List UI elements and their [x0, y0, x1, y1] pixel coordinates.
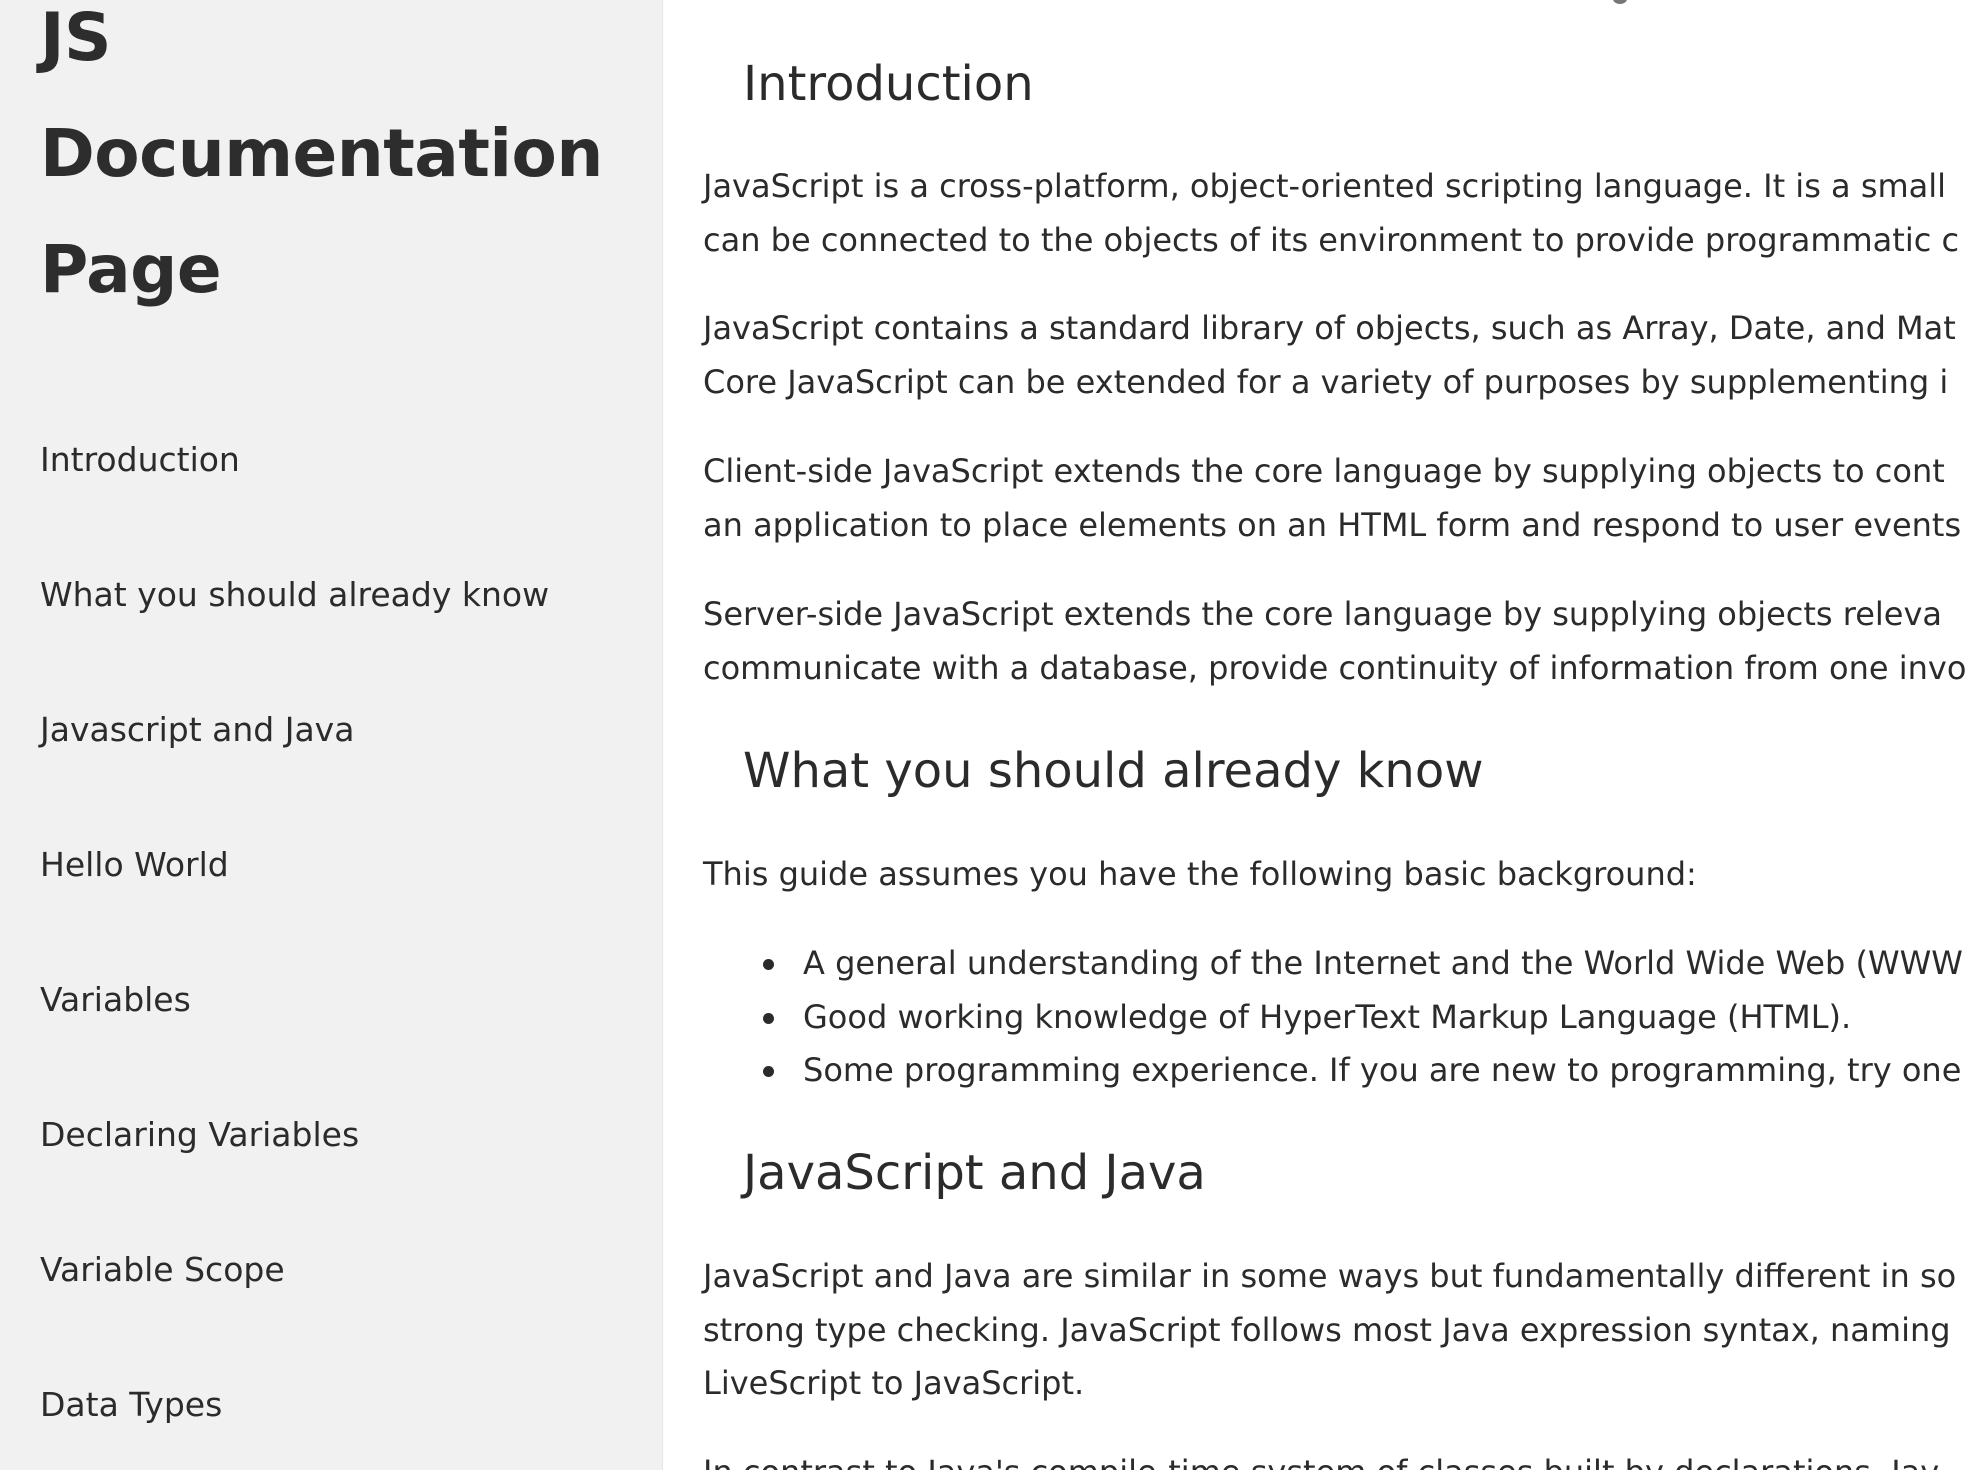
sidebar-title-line: JS: [40, 0, 112, 76]
nav-link-variables[interactable]: Variables: [40, 978, 191, 1022]
bullet-icon: [763, 1012, 774, 1024]
clipped-glyph: [1613, 0, 1627, 4]
list-item: A general understanding of the Internet …: [703, 937, 1963, 991]
paragraph: JavaScript contains a standard library o…: [703, 302, 1956, 409]
paragraph-line: Client-side JavaScript extends the core …: [703, 452, 1945, 490]
paragraph-line: This guide assumes you have the followin…: [703, 855, 1697, 893]
paragraph: JavaScript and Java are similar in some …: [703, 1250, 1956, 1411]
paragraph-line: JavaScript contains a standard library o…: [703, 309, 1956, 347]
main-doc: Introduction JavaScript is a cross-platf…: [663, 0, 1980, 1470]
paragraph-line: an application to place elements on an H…: [703, 505, 1962, 544]
list-item: Good working knowledge of HyperText Mark…: [703, 991, 1963, 1045]
bullet-icon: [763, 959, 774, 970]
paragraph-line: Server-side JavaScript extends the core …: [703, 595, 1943, 633]
paragraph: This guide assumes you have the followin…: [703, 848, 1697, 902]
paragraph: JavaScript is a cross-platform, object-o…: [703, 160, 1959, 267]
list-item-text: Some programming experience. If you are …: [803, 1051, 1962, 1089]
section-heading: JavaScript and Java: [743, 1145, 1206, 1201]
paragraph-line: LiveScript to JavaScript.: [703, 1364, 1085, 1402]
section-heading: What you should already know: [743, 743, 1484, 799]
sidebar-title: JS Documentation Page: [40, 0, 640, 328]
paragraph-line: JavaScript and Java are similar in some …: [703, 1257, 1957, 1295]
paragraph-line: Core JavaScript can be extended for a va…: [703, 362, 1949, 401]
section-heading: Introduction: [743, 56, 1034, 112]
nav-link-introduction[interactable]: Introduction: [40, 438, 240, 482]
sidebar-title-line: Page: [40, 231, 222, 308]
nav-link-variable-scope[interactable]: Variable Scope: [40, 1248, 285, 1292]
list-item-text: A general understanding of the Internet …: [803, 944, 1963, 982]
bullet-list: A general understanding of the Internet …: [703, 937, 1963, 1098]
paragraph: Client-side JavaScript extends the core …: [703, 445, 1961, 552]
bullet-icon: [763, 1066, 774, 1077]
list-item: Some programming experience. If you are …: [703, 1044, 1963, 1098]
sidebar-navbar: JS Documentation Page Introduction What …: [0, 0, 663, 1470]
paragraph-line: In contrast to Java's compile-time syste…: [703, 1446, 1939, 1470]
paragraph-line: strong type checking. JavaScript follows…: [703, 1310, 1951, 1349]
paragraph: Server-side JavaScript extends the core …: [703, 588, 1966, 695]
nav-link-what-you-should-already-know[interactable]: What you should already know: [40, 573, 549, 617]
sidebar-title-line: Documentation: [40, 115, 603, 192]
paragraph: In contrast to Java's compile-time syste…: [703, 1446, 1939, 1470]
paragraph-line: can be connected to the objects of its e…: [703, 220, 1960, 259]
list-item-text: Good working knowledge of HyperText Mark…: [803, 997, 1852, 1036]
paragraph-line: JavaScript is a cross-platform, object-o…: [703, 167, 1947, 205]
nav-link-data-types[interactable]: Data Types: [40, 1383, 222, 1427]
nav-link-hello-world[interactable]: Hello World: [40, 843, 229, 887]
nav-link-javascript-and-java[interactable]: Javascript and Java: [40, 708, 354, 752]
nav-link-declaring-variables[interactable]: Declaring Variables: [40, 1113, 359, 1157]
paragraph-line: communicate with a database, provide con…: [703, 648, 1967, 687]
